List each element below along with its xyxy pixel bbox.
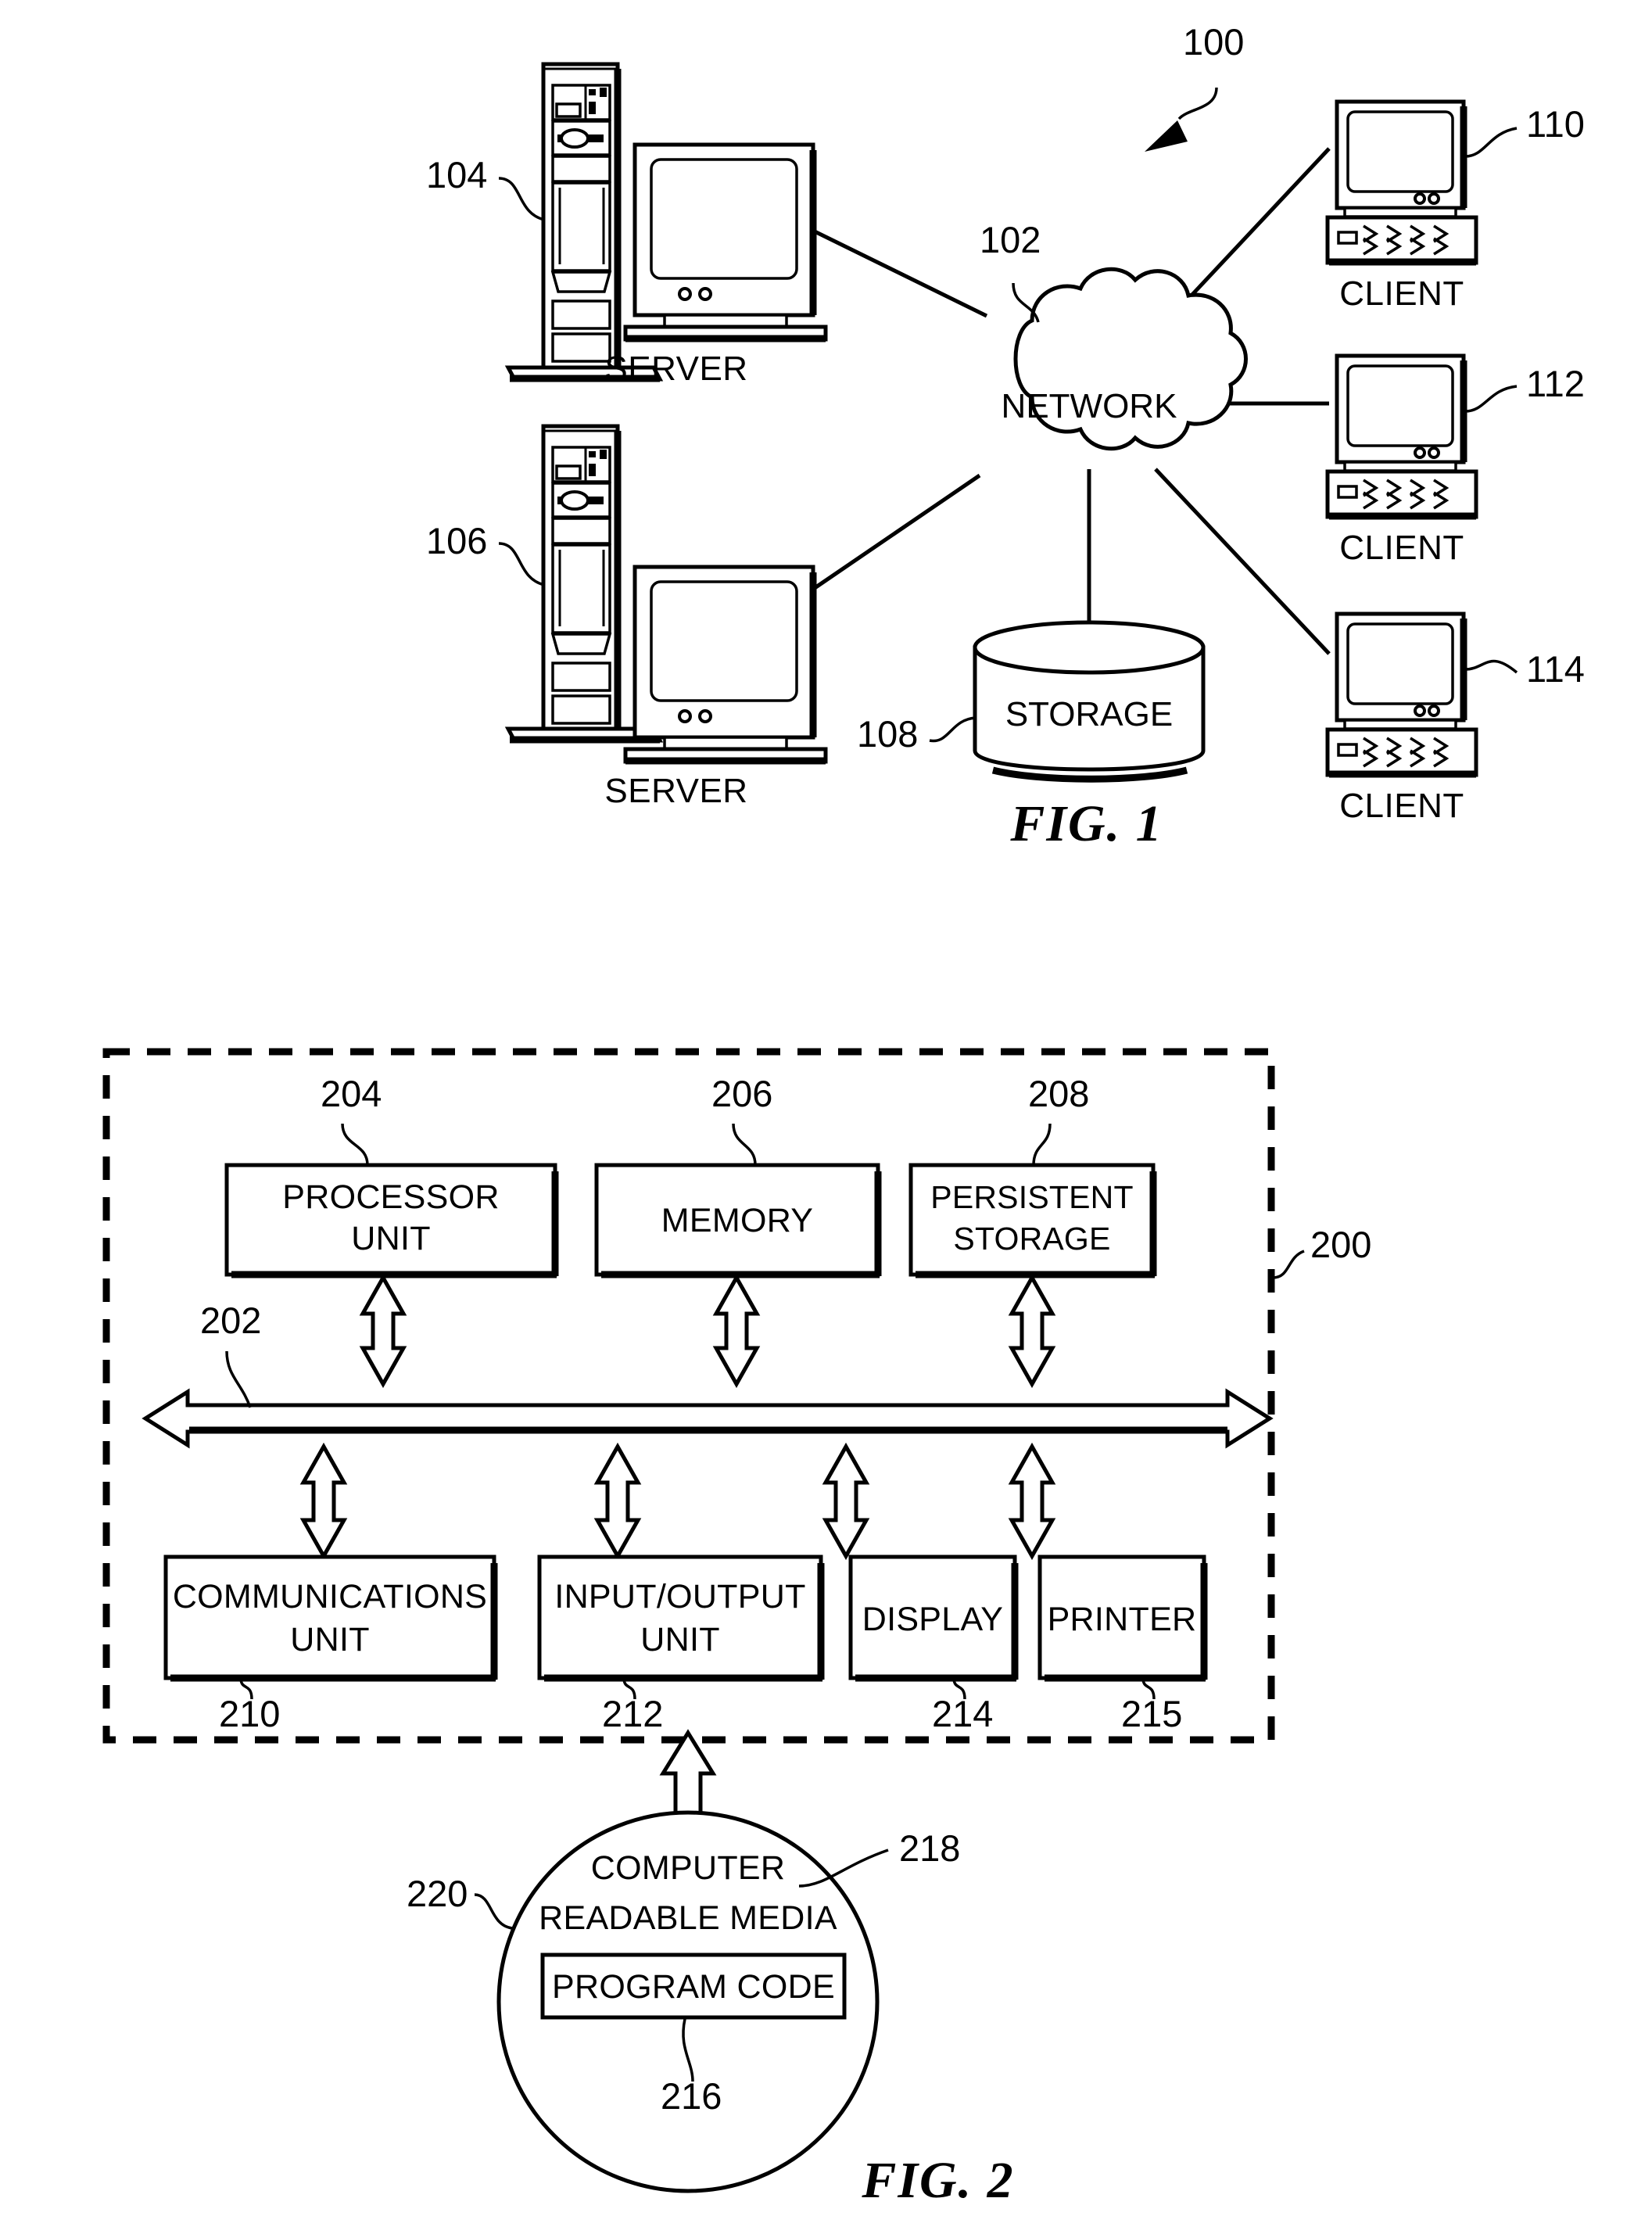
client-114-keyboard	[1325, 727, 1478, 778]
processor-unit-line2: UNIT	[351, 1220, 431, 1257]
ref-220-group: 220	[407, 1873, 513, 1930]
processor-unit-line1: PROCESSOR	[282, 1178, 499, 1216]
figures-svg: 100 SERVER 104 SERVER 106 NETWORK 102 ST…	[102, 21, 1585, 2209]
display-box: DISPLAY	[848, 1554, 1019, 1682]
client-112-monitor	[1335, 353, 1467, 472]
display-line1: DISPLAY	[862, 1601, 1004, 1638]
ref-218-text: 218	[899, 1827, 960, 1869]
client-110: CLIENT 110	[1325, 99, 1585, 313]
storage-cylinder: STORAGE 108	[857, 620, 1206, 783]
client-112: CLIENT 112	[1325, 353, 1585, 567]
ref-216-text: 216	[661, 2075, 722, 2117]
ref-208-text: 208	[1028, 1073, 1089, 1114]
ref-104-text: 104	[426, 154, 487, 195]
server-106: SERVER 106	[426, 424, 828, 810]
ref-214-group: 214	[932, 1677, 993, 1734]
ref-214-text: 214	[932, 1693, 993, 1734]
program-code-box: PROGRAM CODE	[540, 1953, 847, 2020]
network-label: NETWORK	[1002, 387, 1177, 425]
printer-box: PRINTER	[1037, 1554, 1208, 1682]
ref-202-group: 202	[200, 1300, 261, 1408]
client-112-keyboard	[1325, 469, 1478, 520]
printer-line1: PRINTER	[1048, 1601, 1197, 1638]
persistent-storage-box: PERSISTENT STORAGE	[908, 1163, 1157, 1278]
ref-206-text: 206	[711, 1073, 772, 1114]
media-line1: COMPUTER	[591, 1849, 785, 1887]
ref-212-text: 212	[602, 1693, 663, 1734]
client-110-keyboard	[1325, 215, 1478, 266]
memory-box: MEMORY	[594, 1163, 882, 1278]
ref-215-text: 215	[1121, 1693, 1182, 1734]
ref-206-group: 206	[711, 1073, 772, 1166]
bus-arrows-lower	[299, 1442, 1056, 1561]
client-110-monitor	[1335, 99, 1467, 218]
processor-unit-box: PROCESSOR UNIT	[224, 1163, 559, 1278]
figure-1: 100 SERVER 104 SERVER 106 NETWORK 102 ST…	[426, 21, 1585, 852]
ref-220-text: 220	[407, 1873, 468, 1914]
ref-102-text: 102	[980, 219, 1041, 260]
media-upload-arrow	[659, 1729, 717, 1818]
ref-210-group: 210	[219, 1677, 280, 1734]
ref-106-text: 106	[426, 520, 487, 561]
figure-2: 200 PROCESSOR UNIT 204 MEMORY 206 PERSIS…	[102, 1048, 1371, 2209]
network-cloud: NETWORK 102	[980, 219, 1248, 451]
ref-204-group: 204	[321, 1073, 382, 1166]
ref-212-group: 212	[602, 1677, 663, 1734]
persistent-storage-line1: PERSISTENT	[930, 1179, 1133, 1215]
persistent-storage-line2: STORAGE	[953, 1221, 1110, 1257]
bus-arrows-upper	[359, 1273, 1056, 1389]
ref-204-text: 204	[321, 1073, 382, 1114]
server-104-monitor	[623, 142, 828, 342]
input-output-unit-box: INPUT/OUTPUT UNIT	[537, 1554, 825, 1682]
client-114-monitor	[1335, 611, 1467, 730]
ref-114-text: 114	[1526, 648, 1585, 690]
communications-unit-box: COMMUNICATIONS UNIT	[163, 1554, 498, 1682]
communications-unit-line2: UNIT	[290, 1621, 370, 1658]
computer-readable-media: COMPUTER READABLE MEDIA PROGRAM CODE 216…	[407, 1810, 960, 2193]
client-110-label: CLIENT	[1339, 274, 1464, 313]
media-line2: READABLE MEDIA	[539, 1899, 837, 1937]
patent-drawing-sheet: 100 SERVER 104 SERVER 106 NETWORK 102 ST…	[0, 0, 1652, 2234]
ref-208-group: 208	[1028, 1073, 1089, 1166]
ref-202-text: 202	[200, 1300, 261, 1341]
input-output-unit-line1: INPUT/OUTPUT	[554, 1578, 805, 1615]
communications-unit-line1: COMMUNICATIONS	[173, 1578, 487, 1615]
client-114-label: CLIENT	[1339, 787, 1464, 825]
memory-line1: MEMORY	[661, 1202, 814, 1239]
server-104-label: SERVER	[604, 350, 747, 388]
ref-100-text: 100	[1183, 21, 1244, 63]
program-code-label: PROGRAM CODE	[552, 1968, 835, 2006]
figure-1-caption: FIG. 1	[1009, 795, 1163, 852]
figure-2-caption: FIG. 2	[861, 2152, 1014, 2209]
ref-215-group: 215	[1121, 1677, 1182, 1734]
server-106-monitor	[623, 565, 828, 765]
server-106-label: SERVER	[604, 772, 747, 810]
client-114: CLIENT 114	[1325, 611, 1585, 825]
ref-108-text: 108	[857, 713, 918, 755]
input-output-unit-line2: UNIT	[640, 1621, 720, 1658]
ref-200-text: 200	[1310, 1224, 1371, 1265]
ref-110-text: 110	[1526, 103, 1585, 145]
ref-112-text: 112	[1526, 363, 1585, 404]
ref-210-text: 210	[219, 1693, 280, 1734]
client-112-label: CLIENT	[1339, 529, 1464, 567]
server-104: SERVER 104	[426, 62, 828, 388]
ref-200-group: 200	[1272, 1224, 1371, 1279]
fig1-system-ref-100: 100	[1145, 21, 1244, 152]
system-bus	[142, 1388, 1274, 1449]
storage-label: STORAGE	[1005, 695, 1173, 733]
